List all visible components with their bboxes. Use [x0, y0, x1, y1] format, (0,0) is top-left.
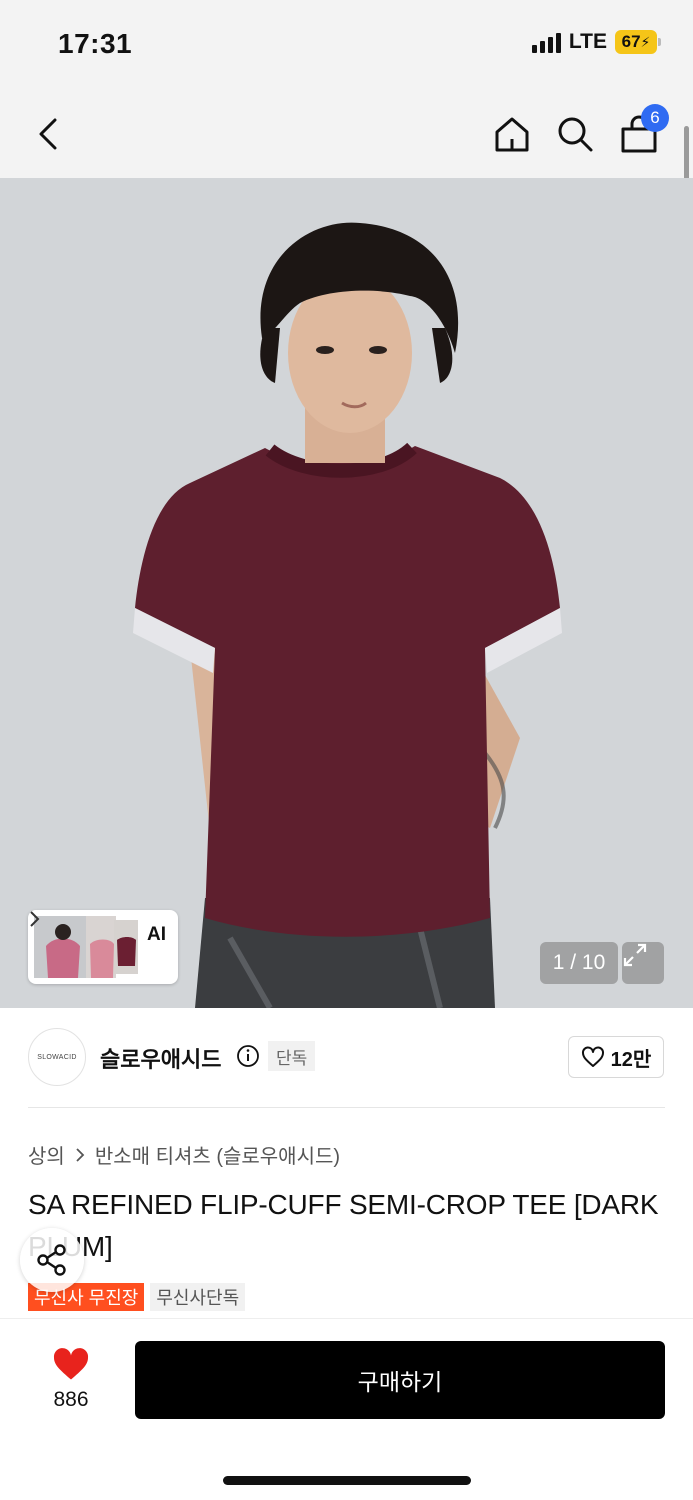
ai-label: AI	[147, 924, 166, 945]
search-icon	[558, 117, 593, 152]
battery-level: 67	[621, 32, 641, 51]
back-button[interactable]	[22, 108, 74, 160]
heart-filled-icon	[53, 1348, 89, 1380]
image-counter: 1 / 10	[540, 942, 618, 984]
tag-musinsa-exclusive: 무신사단독	[150, 1283, 246, 1311]
product-photo	[0, 178, 693, 1008]
share-button[interactable]	[20, 1228, 84, 1292]
chevron-left-icon	[39, 118, 57, 150]
chevron-right-icon	[76, 1147, 85, 1162]
breadcrumb-category[interactable]: 상의	[28, 1140, 65, 1169]
brand-name[interactable]: 슬로우애시드	[100, 1042, 221, 1074]
expand-icon	[623, 943, 647, 967]
wishlist-button[interactable]: 886	[40, 1347, 102, 1412]
cart-button[interactable]: 6	[613, 104, 669, 160]
status-indicators: LTE 67 ⚡	[531, 30, 661, 54]
brand-logo-text: SLOWACID	[37, 1053, 77, 1061]
status-bar: 17:31 LTE 67 ⚡	[0, 0, 693, 90]
share-icon	[37, 1244, 66, 1276]
product-title: SA REFINED FLIP-CUFF SEMI-CROP TEE [DARK…	[28, 1189, 659, 1262]
breadcrumb: 상의 반소매 티셔츠 (슬로우애시드)	[28, 1140, 340, 1169]
expand-button[interactable]	[622, 942, 664, 984]
ai-styling-card[interactable]: AI	[28, 910, 178, 984]
ai-thumbnail-images	[34, 916, 138, 978]
heart-outline-icon	[581, 1046, 604, 1067]
brand-like-button[interactable]: 12만	[568, 1036, 664, 1078]
buy-button[interactable]: 구매하기	[135, 1341, 665, 1419]
product-image-gallery[interactable]: AI 1 / 10	[0, 178, 693, 1008]
home-indicator[interactable]	[223, 1476, 471, 1485]
divider	[28, 1107, 665, 1108]
network-label: LTE	[568, 30, 607, 53]
brand-row: SLOWACID 슬로우애시드 단독 12만	[0, 1008, 693, 1108]
info-icon[interactable]	[236, 1044, 260, 1068]
status-time: 17:31	[58, 28, 133, 59]
signal-icon	[531, 31, 561, 53]
bottom-action-bar: 886 구매하기	[0, 1318, 693, 1500]
home-button[interactable]	[486, 108, 538, 160]
battery-icon: 67 ⚡	[615, 30, 661, 54]
wishlist-count: 886	[53, 1388, 89, 1411]
brand-logo[interactable]: SLOWACID	[28, 1028, 86, 1086]
cart-count-badge: 6	[641, 104, 669, 132]
brand-like-count: 12만	[610, 1048, 652, 1071]
exclusive-badge: 단독	[268, 1041, 316, 1071]
search-button[interactable]	[549, 108, 601, 160]
home-icon	[495, 117, 529, 152]
top-nav: 6	[0, 90, 693, 178]
chevron-right-icon	[30, 911, 40, 927]
breadcrumb-subcategory[interactable]: 반소매 티셔츠 (슬로우애시드)	[95, 1140, 340, 1169]
